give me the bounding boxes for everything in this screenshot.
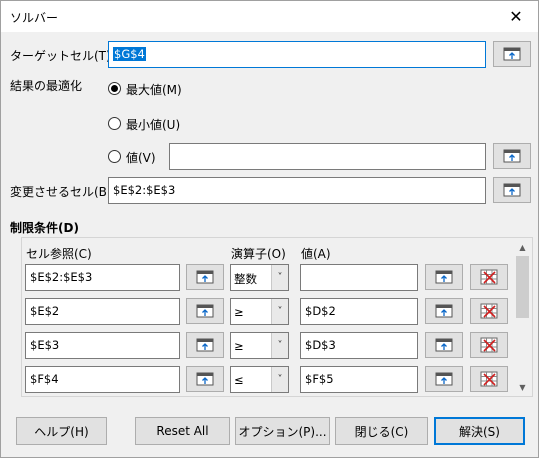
constraint-ref-input[interactable]: $E$2 bbox=[25, 298, 180, 325]
options-button[interactable]: オプション(P)... bbox=[235, 417, 330, 445]
constraint-value-input[interactable] bbox=[300, 264, 418, 291]
constraint-value-shrink-button[interactable] bbox=[425, 332, 463, 358]
close-icon[interactable]: ✕ bbox=[494, 1, 538, 31]
shrink-icon bbox=[503, 183, 521, 197]
shrink-icon bbox=[196, 304, 214, 318]
title-bar: ソルバー ✕ bbox=[1, 1, 538, 32]
chevron-down-icon: ˅ bbox=[271, 299, 288, 324]
operator-value: ≤ bbox=[234, 373, 244, 387]
value-field[interactable] bbox=[169, 143, 486, 170]
solver-dialog: ソルバー ✕ ターゲットセル(T) $G$4 結果の最適化 最大値(M) 最小値… bbox=[0, 0, 539, 458]
remove-constraint-button[interactable] bbox=[470, 298, 508, 324]
shrink-icon bbox=[435, 338, 453, 352]
target-shrink-button[interactable] bbox=[493, 41, 531, 67]
chevron-down-icon: ˅ bbox=[271, 333, 288, 358]
constraint-value-shrink-button[interactable] bbox=[425, 264, 463, 290]
constraint-operator-select[interactable]: ≤ ˅ bbox=[230, 366, 289, 393]
value-label[interactable]: 値(V) bbox=[126, 149, 156, 166]
min-label[interactable]: 最小値(U) bbox=[126, 116, 180, 133]
window-title: ソルバー bbox=[10, 11, 59, 25]
constraint-value-shrink-button[interactable] bbox=[425, 366, 463, 392]
constraint-operator-select[interactable]: ≥ ˅ bbox=[230, 332, 289, 359]
chevron-down-icon: ˅ bbox=[271, 367, 288, 392]
constraint-ref-input[interactable]: $E$3 bbox=[25, 332, 180, 359]
value-radio[interactable] bbox=[108, 150, 121, 163]
col-cell-ref-header: セル参照(C) bbox=[26, 247, 92, 261]
changing-cells-input[interactable]: $E$2:$E$3 bbox=[108, 177, 486, 204]
constraints-scrollbar[interactable]: ▲ ▼ bbox=[514, 239, 531, 396]
shrink-icon bbox=[503, 149, 521, 163]
remove-icon bbox=[480, 303, 498, 319]
col-value-header: 値(A) bbox=[301, 247, 331, 261]
remove-constraint-button[interactable] bbox=[470, 366, 508, 392]
target-cell-label: ターゲットセル(T) bbox=[10, 49, 111, 63]
optimize-label: 結果の最適化 bbox=[10, 79, 83, 93]
scroll-thumb[interactable] bbox=[516, 256, 529, 318]
shrink-icon bbox=[435, 304, 453, 318]
shrink-icon bbox=[435, 372, 453, 386]
shrink-icon bbox=[503, 47, 521, 61]
constraints-heading: 制限条件(D) bbox=[10, 221, 79, 235]
changing-cells-label: 変更させるセル(B) bbox=[10, 185, 112, 199]
shrink-icon bbox=[196, 372, 214, 386]
shrink-icon bbox=[196, 270, 214, 284]
constraint-ref-shrink-button[interactable] bbox=[186, 332, 224, 358]
chevron-down-icon: ˅ bbox=[271, 265, 288, 290]
constraint-ref-shrink-button[interactable] bbox=[186, 264, 224, 290]
target-cell-input[interactable]: $G$4 bbox=[108, 41, 486, 68]
constraint-value-input[interactable]: $D$3 bbox=[300, 332, 418, 359]
constraint-ref-shrink-button[interactable] bbox=[186, 366, 224, 392]
remove-constraint-button[interactable] bbox=[470, 264, 508, 290]
col-operator-header: 演算子(O) bbox=[231, 247, 286, 261]
constraint-value-input[interactable]: $D$2 bbox=[300, 298, 418, 325]
constraint-ref-shrink-button[interactable] bbox=[186, 298, 224, 324]
constraint-ref-input[interactable]: $F$4 bbox=[25, 366, 180, 393]
min-radio[interactable] bbox=[108, 117, 121, 130]
constraint-operator-select[interactable]: ≥ ˅ bbox=[230, 298, 289, 325]
operator-value: 整数 bbox=[234, 272, 257, 286]
operator-value: ≥ bbox=[234, 339, 244, 353]
shrink-icon bbox=[435, 270, 453, 284]
close-button[interactable]: 閉じる(C) bbox=[335, 417, 428, 445]
value-shrink-button[interactable] bbox=[493, 143, 531, 169]
scroll-up-icon[interactable]: ▲ bbox=[514, 239, 531, 256]
constraint-ref-input[interactable]: $E$2:$E$3 bbox=[25, 264, 180, 291]
constraint-value-shrink-button[interactable] bbox=[425, 298, 463, 324]
remove-constraint-button[interactable] bbox=[470, 332, 508, 358]
solve-button[interactable]: 解決(S) bbox=[434, 417, 525, 445]
constraint-operator-select[interactable]: 整数 ˅ bbox=[230, 264, 289, 291]
help-button[interactable]: ヘルプ(H) bbox=[16, 417, 107, 445]
remove-icon bbox=[480, 269, 498, 285]
remove-icon bbox=[480, 337, 498, 353]
shrink-icon bbox=[196, 338, 214, 352]
scroll-down-icon[interactable]: ▼ bbox=[514, 379, 531, 396]
max-radio[interactable] bbox=[108, 82, 121, 95]
target-cell-value: $G$4 bbox=[113, 47, 146, 61]
constraint-value-input[interactable]: $F$5 bbox=[300, 366, 418, 393]
reset-all-button[interactable]: Reset All bbox=[135, 417, 230, 445]
remove-icon bbox=[480, 371, 498, 387]
operator-value: ≥ bbox=[234, 305, 244, 319]
changing-shrink-button[interactable] bbox=[493, 177, 531, 203]
max-label[interactable]: 最大値(M) bbox=[126, 81, 182, 98]
